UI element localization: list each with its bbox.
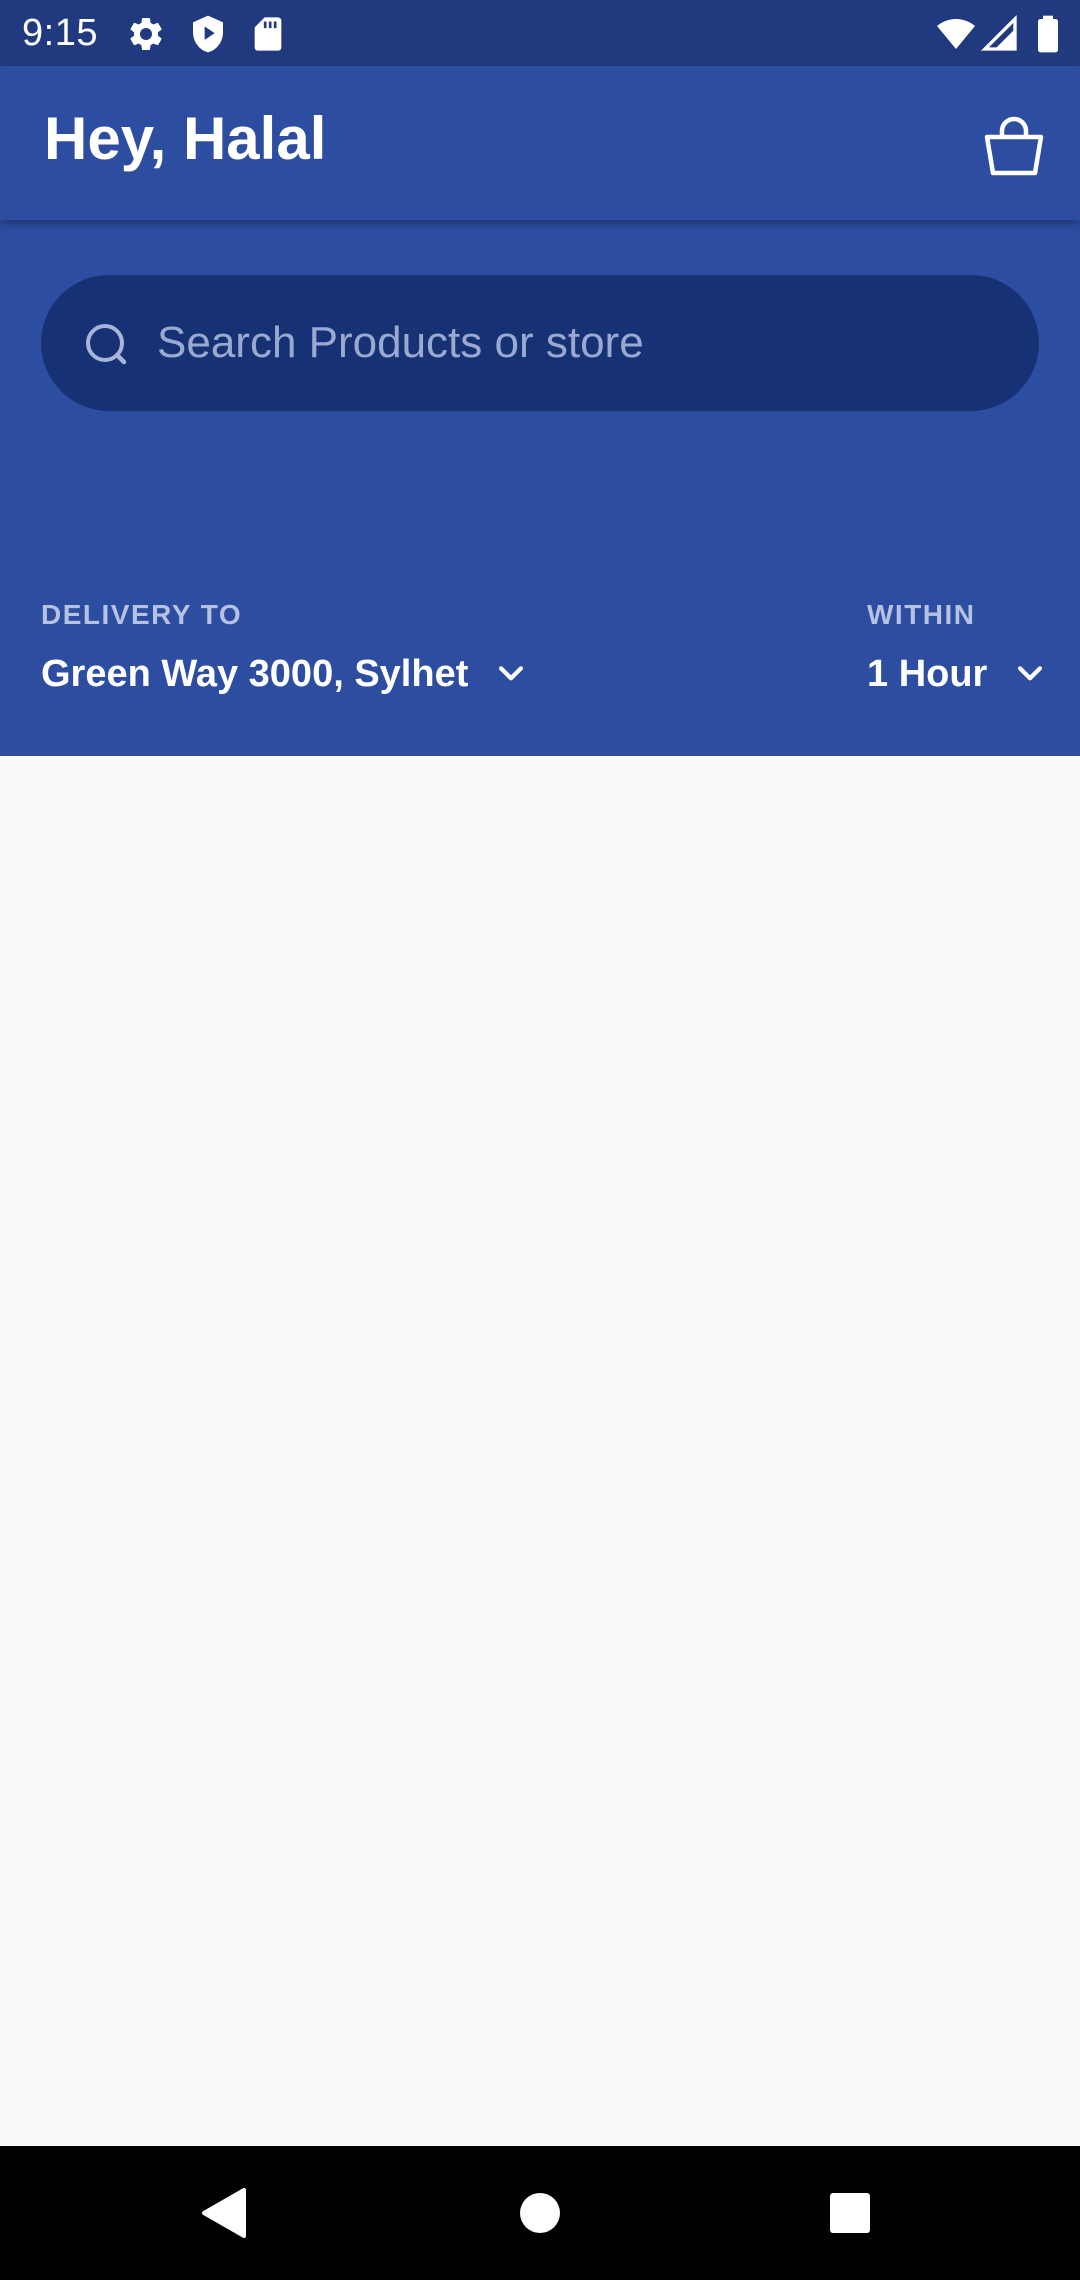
battery-icon [1028, 14, 1068, 54]
shopping-bag-icon [984, 116, 1044, 176]
wifi-icon [936, 14, 976, 54]
chevron-down-icon [1018, 666, 1043, 681]
cart-button[interactable] [978, 110, 1050, 182]
within-label: WITHIN [867, 599, 976, 630]
home-icon [520, 2193, 560, 2233]
gear-icon [126, 14, 166, 54]
delivery-address-value: Green Way 3000, Sylhet [41, 653, 469, 695]
search-box[interactable] [41, 275, 1039, 411]
delivery-label: DELIVERY TO [41, 599, 243, 630]
back-icon [202, 2188, 246, 2238]
chevron-down-icon [499, 666, 524, 681]
app-bar: Hey, Halal [0, 66, 1080, 220]
search-input[interactable] [157, 309, 997, 377]
cell-signal-icon [980, 14, 1020, 54]
content-area [0, 756, 1080, 2146]
status-time: 9:15 [22, 12, 98, 54]
sd-card-icon [248, 14, 288, 54]
delivery-address-selector[interactable]: Green Way 3000, Sylhet [41, 642, 528, 706]
page-title: Hey, Halal [44, 105, 327, 172]
recents-icon [830, 2193, 870, 2233]
home-button[interactable] [495, 2168, 585, 2258]
status-bar: 9:15 [0, 0, 1080, 66]
recents-button[interactable] [805, 2168, 895, 2258]
header-panel: DELIVERY TO Green Way 3000, Sylhet WITHI… [0, 220, 1080, 756]
delivery-time-selector[interactable]: 1 Hour [867, 642, 1047, 706]
delivery-time-value: 1 Hour [867, 653, 988, 695]
navigation-bar [0, 2146, 1080, 2280]
search-icon [86, 324, 127, 365]
shield-play-icon [188, 14, 228, 54]
back-button[interactable] [180, 2168, 270, 2258]
